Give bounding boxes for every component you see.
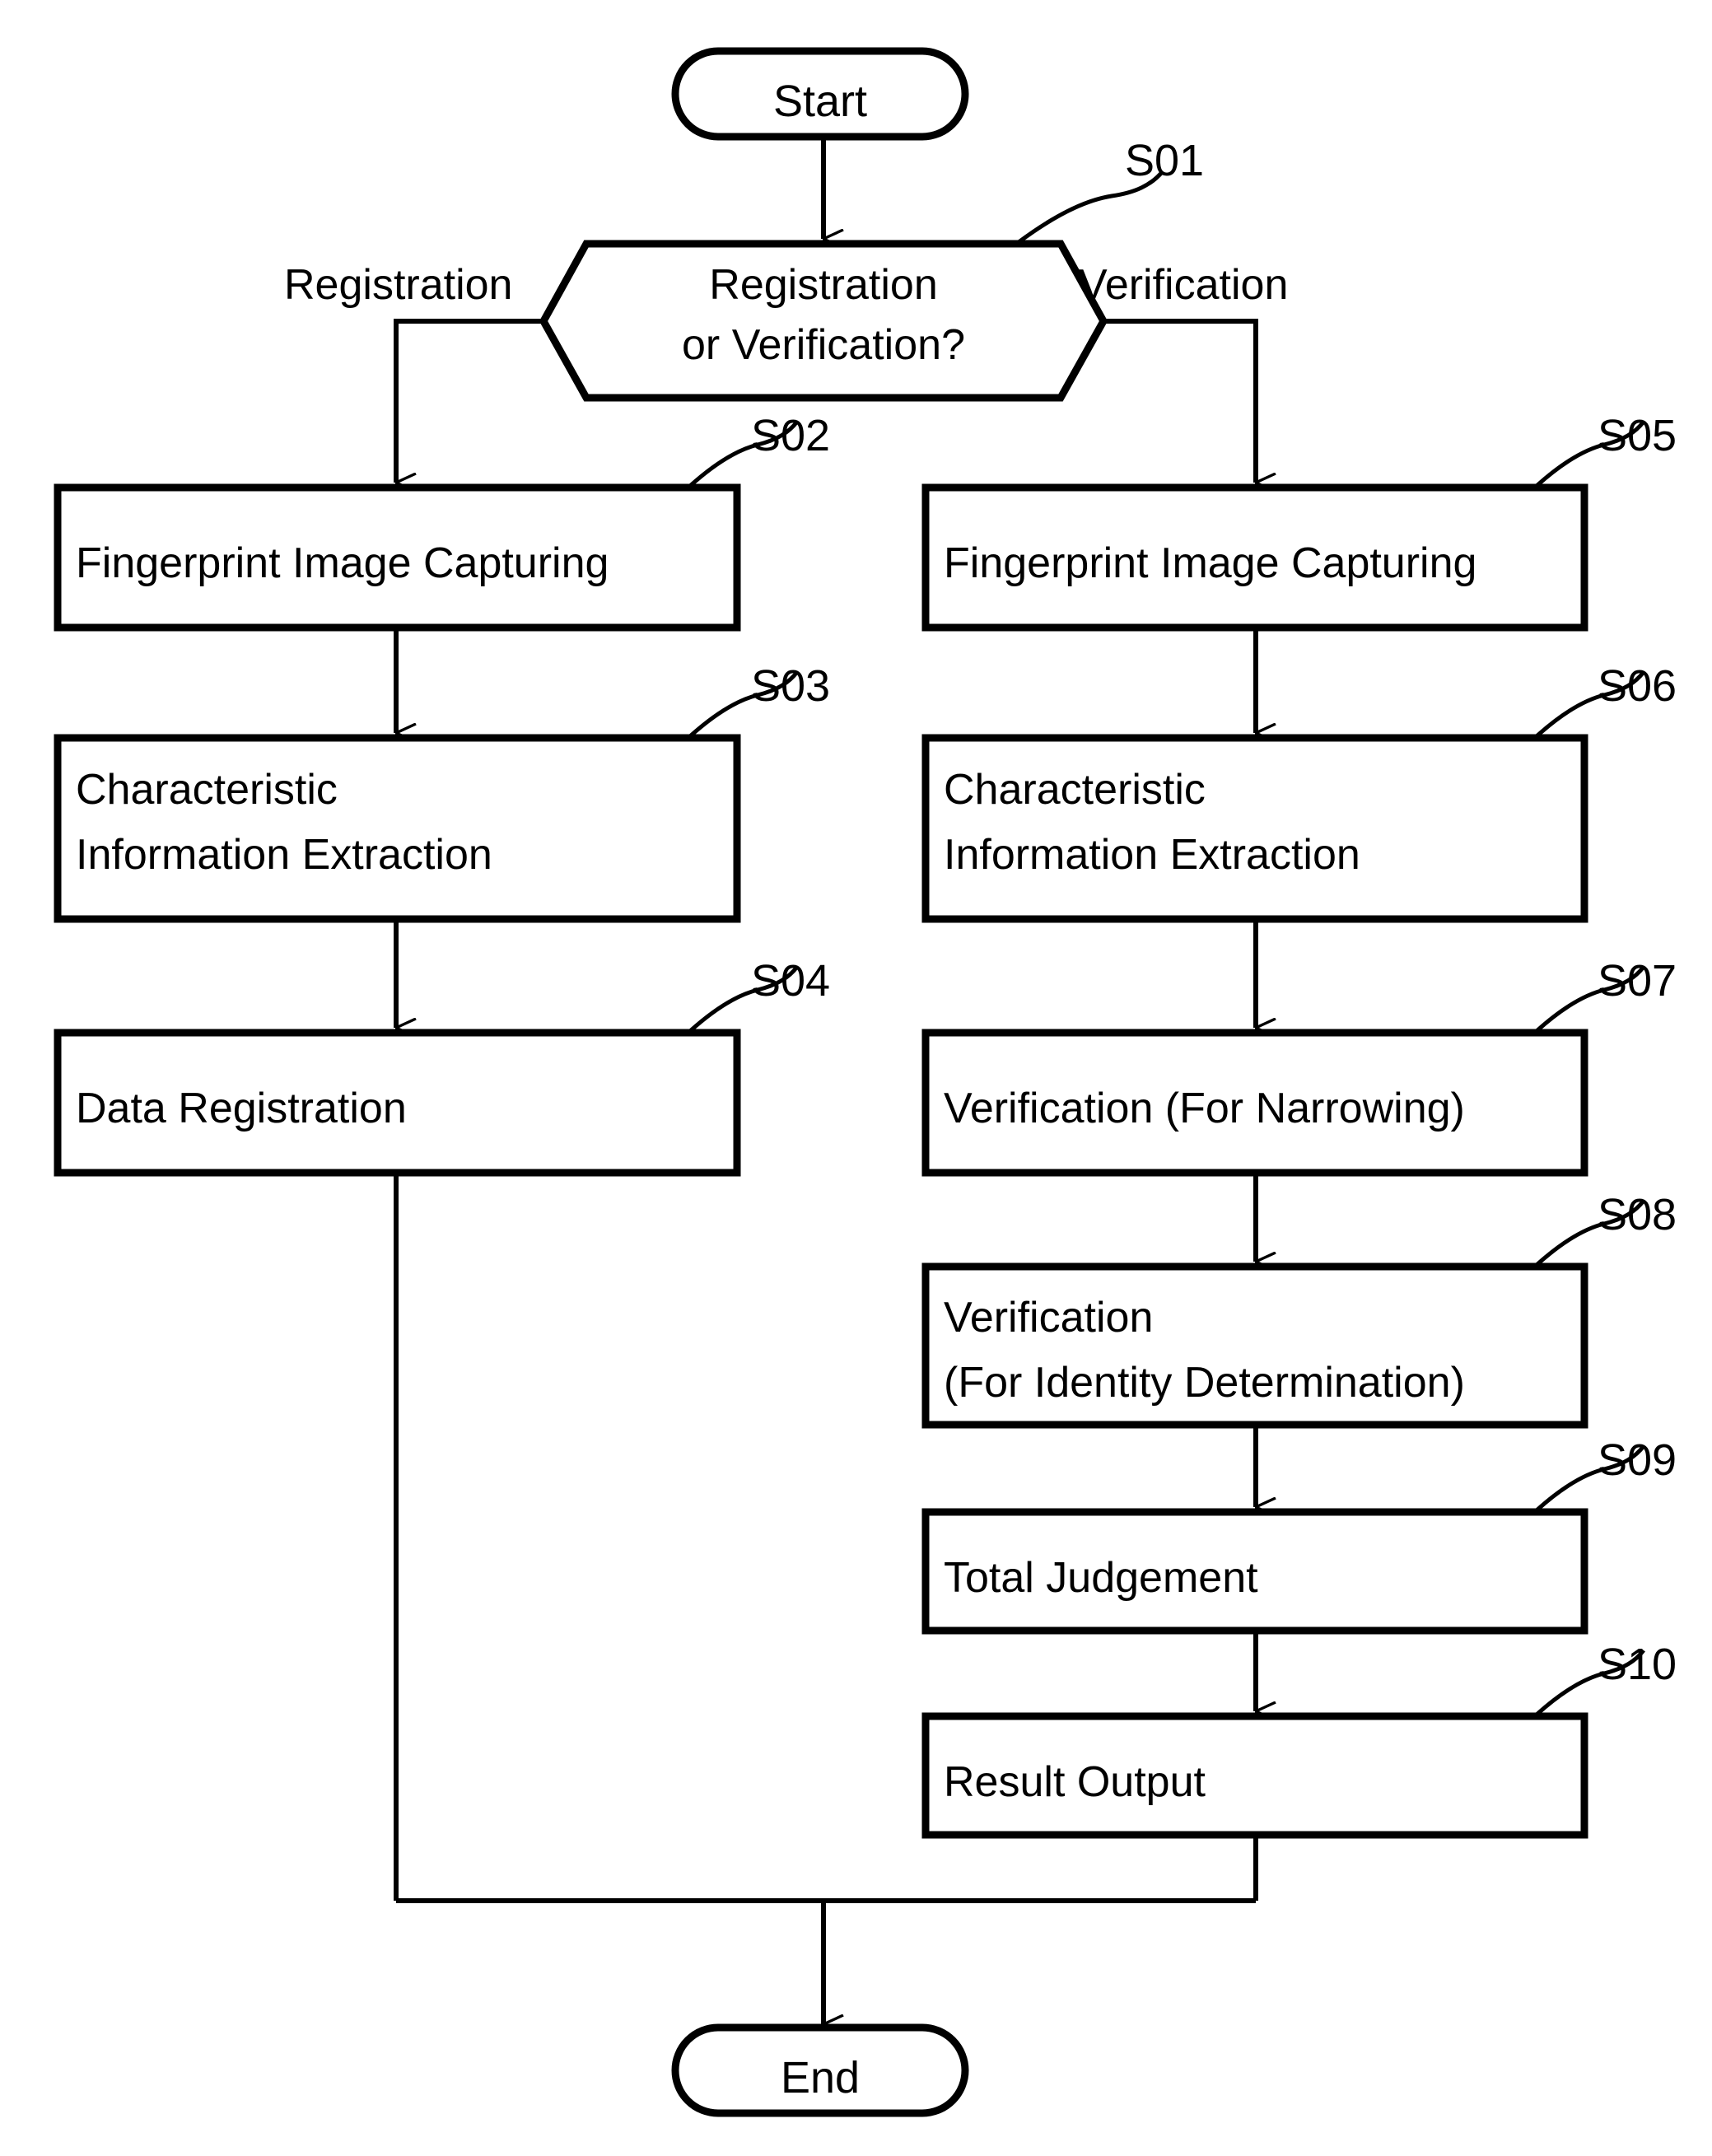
end-terminal-shape [671, 2023, 969, 2117]
s10-box-shape [921, 1712, 1588, 1839]
s08-box-shape [921, 1262, 1588, 1429]
start-terminal-shape [671, 47, 969, 141]
s07-leader-line [1535, 965, 1645, 1033]
flowchart-canvas: Start S01 Registration or Verification? … [0, 0, 1712, 2156]
edge-s01-to-s05 [1103, 319, 1256, 483]
s03-box-shape [54, 734, 741, 923]
s06-box-shape [921, 734, 1588, 923]
s01-decision-shape [539, 240, 1108, 402]
edge-s01-to-s02 [394, 319, 543, 483]
s09-box-shape [921, 1508, 1588, 1635]
s05-leader-line [1535, 420, 1645, 488]
s06-leader-line [1535, 670, 1645, 738]
s10-leader-line [1535, 1649, 1645, 1716]
s03-leader-line [688, 670, 799, 738]
s01-leader-line [1017, 170, 1164, 245]
s02-leader-line [688, 420, 799, 488]
s05-box-shape [921, 483, 1588, 632]
s07-box-shape [921, 1029, 1588, 1177]
flowchart-graphics [54, 47, 1645, 2117]
s04-box-shape [54, 1029, 741, 1177]
s08-leader-line [1535, 1199, 1645, 1267]
s02-box-shape [54, 483, 741, 632]
s09-leader-line [1535, 1444, 1645, 1512]
s04-leader-line [688, 965, 799, 1033]
